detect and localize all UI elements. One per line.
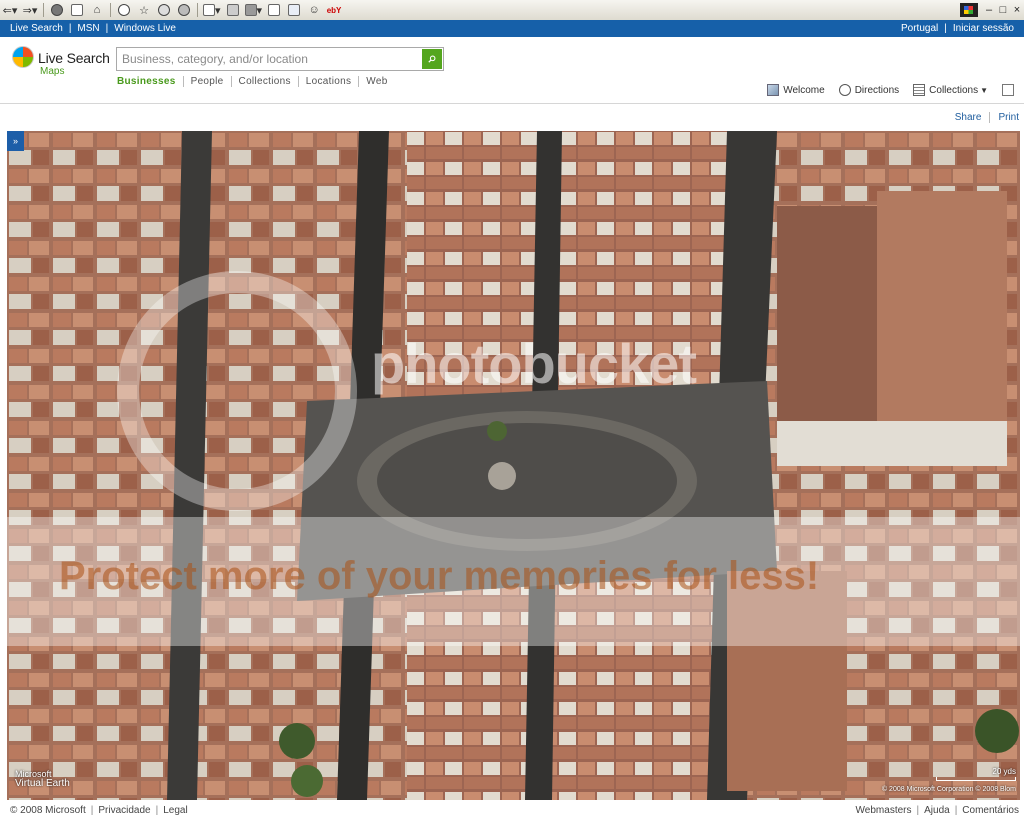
tab-locations[interactable]: Locations [297, 76, 359, 87]
chevron-down-icon: ▼ [980, 85, 988, 95]
share-link[interactable]: Share [947, 112, 990, 123]
collections-label: Collections [929, 84, 979, 96]
favorites-icon[interactable]: ☆ [136, 1, 152, 19]
logo-title: Live Search [38, 50, 110, 66]
windows-flag-icon [960, 3, 978, 17]
watermark-logo: photobucket [371, 332, 697, 395]
collections-icon [913, 84, 926, 96]
scale-bar [936, 777, 1016, 781]
tab-web[interactable]: Web [358, 76, 394, 87]
scale-label: 20 yds [992, 767, 1016, 776]
footer-help-link[interactable]: Ajuda [924, 805, 950, 816]
refresh-icon[interactable] [69, 1, 85, 19]
footer-webmasters-link[interactable]: Webmasters [856, 805, 912, 816]
history-icon[interactable] [176, 1, 192, 19]
directions-button[interactable]: Directions [838, 84, 900, 96]
logo-subtitle: Maps [40, 66, 65, 77]
collections-button[interactable]: Collections ▼ [913, 84, 988, 96]
back-icon[interactable]: ⇐▾ [2, 1, 18, 19]
tab-collections[interactable]: Collections [230, 76, 298, 87]
edit-icon[interactable]: ▾ [244, 1, 262, 19]
tab-businesses[interactable]: Businesses [117, 76, 183, 87]
print-link[interactable]: Print [989, 112, 1019, 123]
toolbar-divider [110, 3, 111, 17]
window-controls: – □ × [960, 0, 1024, 20]
watermark-swirl [117, 271, 357, 511]
nav-link-msn[interactable]: MSN [77, 23, 99, 34]
map-scale: 20 yds [910, 767, 1016, 783]
search-icon[interactable] [116, 1, 132, 19]
windows-live-flag-icon [12, 46, 34, 68]
search-box [116, 47, 444, 71]
map-actions: Welcome Directions Collections ▼ [753, 84, 1014, 96]
close-button[interactable]: × [1010, 4, 1024, 16]
tab-people[interactable]: People [182, 76, 231, 87]
top-nav-bar: Live Search | MSN | Windows Live Portugal | In… [0, 20, 1024, 37]
nav-link-windows-live[interactable]: Windows Live [114, 23, 176, 34]
footer-copyright: © 2008 Microsoft [10, 805, 86, 816]
stop-icon[interactable] [49, 1, 65, 19]
map-copyright: © 2008 Microsoft Corporation © 2008 Blom [881, 786, 1016, 793]
nav-link-live-search[interactable]: Live Search [10, 23, 63, 34]
watermark-text: Protect more of your memories for less! [59, 554, 820, 598]
edit-button[interactable] [1002, 84, 1014, 96]
nav-separator: | [68, 23, 72, 34]
welcome-icon [767, 84, 780, 96]
directions-label: Directions [854, 84, 900, 96]
search-input[interactable] [117, 48, 427, 70]
signin-link[interactable]: Iniciar sessão [953, 23, 1014, 34]
welcome-label: Welcome [783, 84, 825, 96]
notes-icon[interactable] [266, 1, 282, 19]
media-icon[interactable] [156, 1, 172, 19]
nav-separator: | [944, 23, 947, 34]
messenger-icon[interactable]: ☺ [306, 1, 322, 19]
footer: © 2008 Microsoft | Privacidade | Legal Webma… [0, 803, 1024, 819]
footer-separator: | [155, 805, 159, 816]
expand-panel-button[interactable]: » [7, 131, 24, 151]
discuss-icon[interactable] [286, 1, 302, 19]
print-icon[interactable] [225, 1, 241, 19]
toolbar-divider [197, 3, 198, 17]
magnifier-icon [428, 55, 436, 63]
search-button[interactable] [422, 49, 442, 69]
home-icon[interactable]: ⌂ [89, 1, 105, 19]
edit-icon [1002, 84, 1014, 96]
virtual-earth-logo-line2: Virtual Earth [15, 778, 70, 789]
map-view[interactable]: photobucket Protect more of your memorie… [7, 131, 1020, 800]
footer-comments-link[interactable]: Comentários [962, 805, 1019, 816]
maximize-button[interactable]: □ [996, 4, 1010, 16]
forward-icon[interactable]: ⇒▾ [22, 1, 38, 19]
footer-separator: | [954, 805, 958, 816]
steering-wheel-icon [838, 84, 851, 96]
footer-privacy-link[interactable]: Privacidade [98, 805, 150, 816]
footer-separator: | [90, 805, 94, 816]
footer-legal-link[interactable]: Legal [163, 805, 187, 816]
welcome-button[interactable]: Welcome [767, 84, 825, 96]
search-tabs: Businesses People Collections Locations … [117, 76, 395, 87]
toolbar-divider [43, 3, 44, 17]
ebay-icon[interactable]: ebY [326, 1, 342, 19]
nav-separator: | [105, 23, 109, 34]
virtual-earth-logo: Microsoft Virtual Earth [15, 770, 70, 789]
minimize-button[interactable]: – [982, 4, 996, 16]
header-divider [0, 103, 1024, 104]
live-search-maps-logo[interactable]: Live Search Maps [12, 46, 112, 78]
mail-icon[interactable]: ▾ [203, 1, 221, 19]
footer-separator: | [916, 805, 920, 816]
browser-toolbar: ⇐▾ ⇒▾ ⌂ ☆ ▾ ▾ ☺ ebY – □ × [0, 0, 1024, 21]
region-link[interactable]: Portugal [901, 23, 938, 34]
share-print-links: Share Print [947, 112, 1019, 123]
